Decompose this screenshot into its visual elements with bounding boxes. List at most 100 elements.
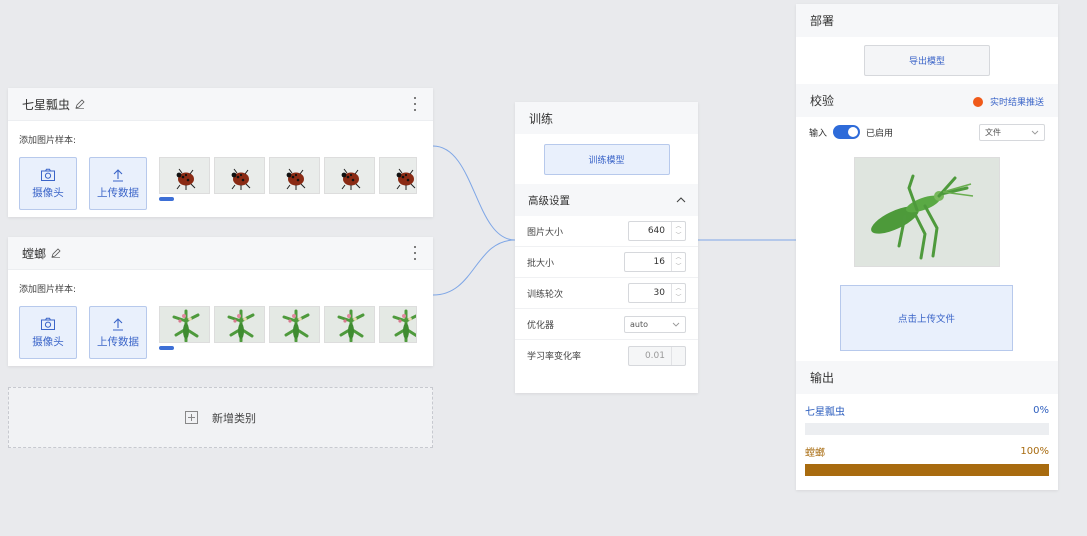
camera-icon	[41, 168, 55, 181]
result-row: 七星瓢虫 0%	[796, 401, 1058, 435]
param-label: 批大小	[527, 258, 555, 269]
add-class-label: 新增类别	[212, 411, 256, 425]
pencil-icon[interactable]	[51, 248, 61, 258]
upload-data-button[interactable]: 上传数据	[89, 157, 147, 210]
more-options-icon[interactable]	[413, 97, 417, 111]
select-value: auto	[630, 319, 649, 329]
param-label: 图片大小	[527, 227, 564, 238]
param-label: 学习率变化率	[527, 352, 582, 362]
class-title[interactable]: 七星瓢虫	[22, 96, 70, 113]
input-label: 输入	[809, 128, 828, 139]
realtime-push-toggle[interactable]: 实时结果推送	[972, 95, 1044, 108]
class-card-mantis: 螳螂 添加图片样本: 摄像头 上传数据	[8, 237, 433, 366]
stepper-icon[interactable]: ︿ ﹀	[671, 222, 685, 240]
deploy-panel: 部署 导出模型 校验 实时结果推送 输入 已启用 文件 点击上传文件 输出 七星…	[796, 4, 1058, 490]
stepper-icon[interactable]: ︿ ﹀	[671, 284, 685, 302]
sample-thumbnail[interactable]	[214, 306, 265, 343]
sample-thumbnail[interactable]	[159, 306, 210, 343]
result-percent: 0%	[1033, 404, 1049, 416]
camera-button[interactable]: 摄像头	[19, 306, 77, 359]
param-image-size: 图片大小 640 ︿ ﹀	[515, 216, 698, 247]
thumbnail-scrollbar[interactable]	[159, 197, 174, 201]
deploy-title: 部署	[796, 4, 1058, 37]
upload-file-button[interactable]: 点击上传文件	[840, 285, 1013, 351]
image-size-input[interactable]: 640 ︿ ﹀	[628, 221, 686, 241]
camera-label: 摄像头	[32, 335, 64, 348]
param-batch-size: 批大小 16 ︿ ﹀	[515, 247, 698, 278]
epochs-input[interactable]: 30 ︿ ﹀	[628, 283, 686, 303]
optimizer-select[interactable]: auto	[624, 315, 686, 333]
add-class-button[interactable]: 新增类别	[8, 387, 433, 448]
stepper-icon	[671, 346, 685, 365]
thumbnail-strip	[159, 306, 421, 343]
camera-button[interactable]: 摄像头	[19, 157, 77, 210]
sample-label: 添加图片样本:	[19, 136, 77, 146]
sample-thumbnail[interactable]	[269, 157, 320, 194]
input-enable-toggle[interactable]	[833, 125, 861, 139]
thumbnail-strip	[159, 157, 421, 194]
sample-thumbnail[interactable]	[214, 157, 265, 194]
sample-thumbnail[interactable]	[379, 157, 417, 194]
upload-icon	[113, 317, 123, 331]
train-model-button[interactable]: 训练模型	[543, 143, 670, 175]
sample-thumbnail[interactable]	[324, 157, 375, 194]
enabled-label: 已启用	[866, 128, 894, 139]
class-header: 七星瓢虫	[8, 88, 433, 121]
param-label: 训练轮次	[527, 289, 564, 300]
result-bar	[805, 464, 1049, 476]
sample-thumbnail[interactable]	[159, 157, 210, 194]
more-options-icon[interactable]	[413, 246, 417, 260]
upload-icon	[113, 168, 123, 182]
result-label: 七星瓢虫	[805, 406, 845, 418]
upload-label: 上传数据	[97, 335, 139, 348]
result-percent: 100%	[1020, 445, 1049, 457]
result-label: 螳螂	[805, 447, 825, 459]
class-title[interactable]: 螳螂	[22, 245, 46, 262]
param-optimizer: 优化器 auto	[515, 309, 698, 340]
realtime-push-label: 实时结果推送	[989, 98, 1044, 108]
stepper-icon[interactable]: ︿ ﹀	[671, 253, 685, 271]
chevron-down-icon	[672, 322, 680, 327]
chevron-up-icon[interactable]	[676, 197, 686, 203]
camera-icon	[41, 317, 55, 330]
camera-label: 摄像头	[32, 186, 64, 199]
pencil-icon[interactable]	[75, 99, 85, 109]
thumbnail-scrollbar[interactable]	[159, 346, 174, 350]
output-title: 输出	[796, 361, 1058, 394]
result-bar-fill	[805, 464, 1049, 476]
input-value[interactable]: 30	[629, 288, 671, 298]
result-row: 螳螂 100%	[796, 442, 1058, 476]
input-value[interactable]: 16	[625, 257, 671, 267]
sample-label: 添加图片样本:	[19, 285, 77, 295]
sample-thumbnail[interactable]	[269, 306, 320, 343]
upload-data-button[interactable]: 上传数据	[89, 306, 147, 359]
validate-header: 校验 实时结果推送	[796, 84, 1058, 117]
training-panel: 训练 训练模型 高级设置 图片大小 640 ︿ ﹀ 批大小 16 ︿ ﹀ 训练轮次 …	[515, 102, 698, 393]
param-epochs: 训练轮次 30 ︿ ﹀	[515, 278, 698, 309]
sample-thumbnail[interactable]	[324, 306, 375, 343]
status-dot-icon	[972, 96, 983, 107]
lr-factor-input[interactable]: 0.01	[628, 345, 686, 366]
class-card-ladybug: 七星瓢虫 添加图片样本: 摄像头 上传数据	[8, 88, 433, 217]
validate-title: 校验	[810, 94, 835, 108]
input-value[interactable]: 640	[629, 226, 671, 236]
advanced-settings-title: 高级设置	[528, 194, 570, 207]
class-header: 螳螂	[8, 237, 433, 270]
input-source-select[interactable]: 文件	[979, 123, 1045, 141]
mantis-image	[855, 158, 999, 266]
param-label: 优化器	[527, 320, 555, 331]
advanced-settings-header[interactable]: 高级设置	[515, 184, 698, 216]
result-bar	[805, 423, 1049, 435]
chevron-down-icon	[1031, 130, 1039, 135]
input-value[interactable]: 0.01	[629, 351, 671, 361]
input-row: 输入 已启用 文件	[796, 117, 1058, 147]
sample-thumbnail[interactable]	[379, 306, 417, 343]
upload-label: 上传数据	[97, 186, 139, 199]
plus-icon	[185, 411, 198, 424]
preview-image	[854, 157, 1000, 267]
select-value: 文件	[985, 127, 1001, 137]
export-model-button[interactable]: 导出模型	[864, 45, 990, 76]
param-lr-factor: 学习率变化率 0.01	[515, 340, 698, 371]
training-title: 训练	[515, 102, 698, 134]
batch-size-input[interactable]: 16 ︿ ﹀	[624, 252, 686, 272]
